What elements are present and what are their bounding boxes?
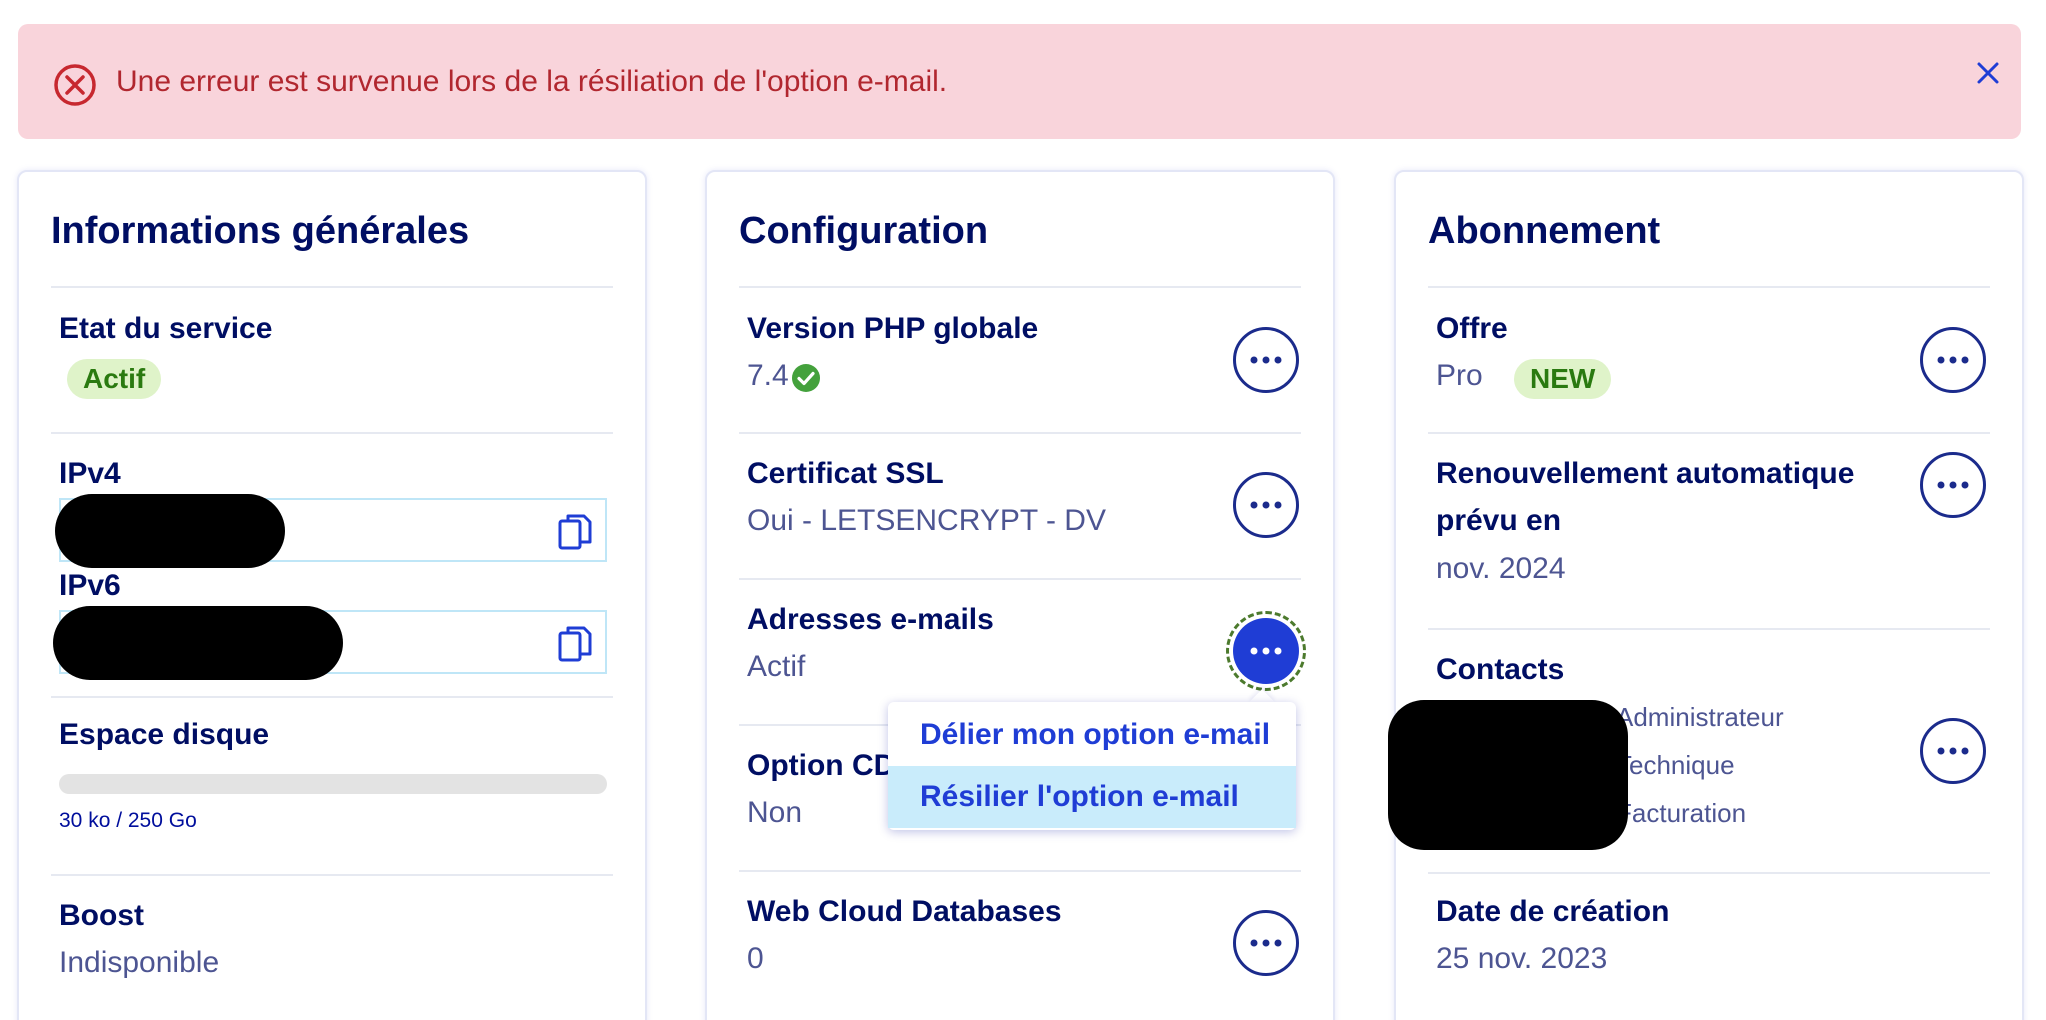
divider (51, 286, 613, 288)
contact-role-tech: Technique (1616, 750, 1735, 780)
disk-usage-bar (59, 774, 607, 794)
configuration-card: Configuration Version PHP globale 7.4 Ce… (705, 170, 1335, 1020)
unlink-email-option[interactable]: Délier mon option e-mail (888, 704, 1296, 766)
creation-value: 25 nov. 2023 (1436, 942, 1608, 975)
divider (51, 696, 613, 698)
ipv6-field[interactable] (53, 606, 607, 680)
divider (1428, 872, 1990, 874)
more-options-icon (1937, 356, 1969, 364)
redacted-ipv4 (55, 494, 285, 568)
disk-usage-text: 30 ko / 250 Go (59, 809, 197, 832)
renewal-label-line1: Renouvellement automatique (1436, 457, 1855, 490)
more-options-icon (1250, 501, 1282, 509)
ssl-value: Oui - LETSENCRYPT - DV (747, 504, 1106, 537)
renewal-more-button[interactable] (1920, 452, 1986, 518)
copy-icon[interactable] (557, 512, 593, 552)
general-info-card: Informations générales Etat du service A… (17, 170, 647, 1020)
emails-more-button[interactable] (1226, 611, 1306, 691)
boost-value: Indisponible (59, 946, 220, 979)
ipv6-label: IPv6 (59, 569, 121, 602)
emails-label: Adresses e-mails (747, 603, 994, 636)
ipv4-label: IPv4 (59, 457, 121, 490)
db-label: Web Cloud Databases (747, 895, 1062, 928)
contact-role-admin: Administrateur (1616, 702, 1784, 732)
card-title: Informations générales (51, 210, 470, 252)
divider (739, 432, 1301, 434)
check-circle-icon (792, 364, 820, 392)
divider (1428, 628, 1990, 630)
error-banner: Une erreur est survenue lors de la résil… (18, 24, 2021, 139)
cdn-value: Non (747, 796, 803, 829)
disk-label: Espace disque (59, 718, 270, 751)
offer-label: Offre (1436, 312, 1508, 345)
php-more-button[interactable] (1233, 327, 1299, 393)
renewal-label-line2: prévu en (1436, 504, 1562, 537)
divider (1428, 432, 1990, 434)
emails-value: Actif (747, 650, 806, 683)
contact-role-billing: Facturation (1616, 798, 1747, 828)
ssl-more-button[interactable] (1233, 472, 1299, 538)
more-options-icon (1937, 747, 1969, 755)
new-badge: NEW (1514, 359, 1612, 399)
error-circle-icon (54, 64, 96, 106)
divider (739, 286, 1301, 288)
offer-more-button[interactable] (1920, 327, 1986, 393)
php-label: Version PHP globale (747, 312, 1039, 345)
divider (1428, 286, 1990, 288)
more-options-icon (1250, 647, 1282, 655)
creation-label: Date de création (1436, 895, 1670, 928)
card-title: Configuration (739, 210, 989, 252)
more-options-icon (1250, 356, 1282, 364)
divider (739, 578, 1301, 580)
ssl-label: Certificat SSL (747, 457, 944, 490)
more-options-icon (1937, 481, 1969, 489)
email-options-menu: Délier mon option e-mail Résilier l'opti… (888, 702, 1296, 830)
copy-icon[interactable] (557, 624, 593, 664)
divider (739, 870, 1301, 872)
ipv4-field[interactable] (55, 494, 607, 568)
php-value: 7.4 (747, 359, 789, 392)
error-message: Une erreur est survenue lors de la résil… (116, 65, 948, 98)
contacts-more-button[interactable] (1920, 718, 1986, 784)
more-options-icon (1250, 939, 1282, 947)
contacts-label: Contacts (1436, 653, 1565, 686)
subscription-card: Abonnement Offre Pro NEW Renouvellement … (1388, 170, 2024, 1020)
db-more-button[interactable] (1233, 910, 1299, 976)
redacted-contacts (1388, 700, 1628, 850)
offer-value: Pro (1436, 359, 1483, 392)
status-badge: Actif (67, 359, 162, 399)
redacted-ipv6 (53, 606, 343, 680)
close-icon[interactable] (1971, 56, 2005, 90)
divider (51, 432, 613, 434)
renewal-value: nov. 2024 (1436, 552, 1566, 585)
boost-label: Boost (59, 899, 144, 932)
service-state-label: Etat du service (59, 312, 273, 345)
db-value: 0 (747, 942, 764, 975)
card-title: Abonnement (1428, 210, 1661, 252)
divider (51, 874, 613, 876)
terminate-email-option[interactable]: Résilier l'option e-mail (888, 766, 1296, 828)
